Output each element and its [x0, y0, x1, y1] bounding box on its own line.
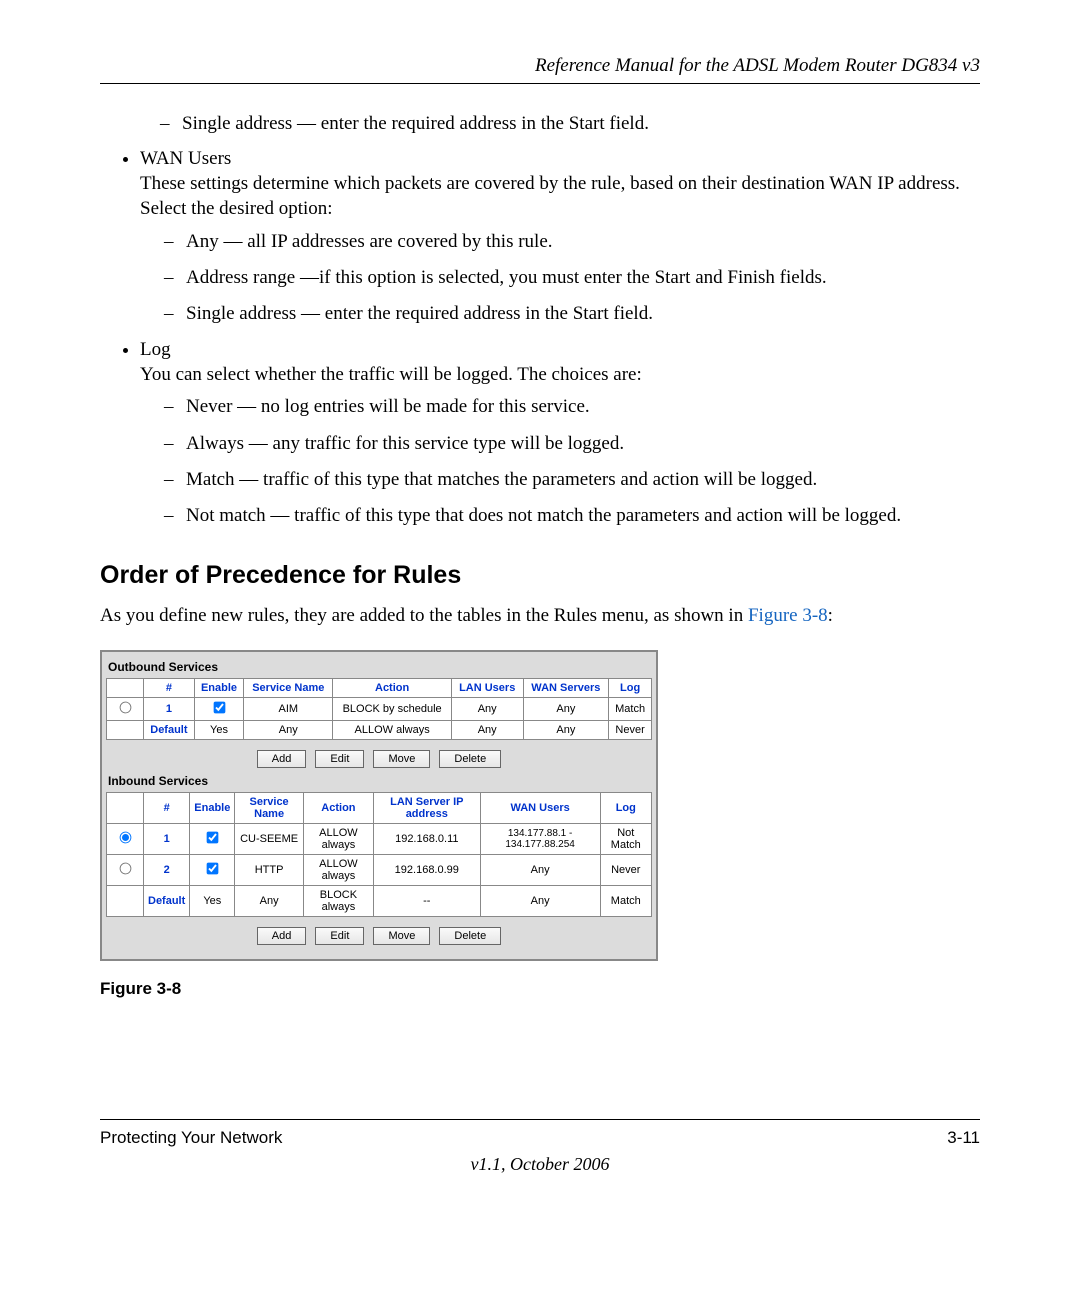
col-header: Service Name	[244, 679, 333, 698]
col-header: LAN Users	[451, 679, 523, 698]
cell-num: Default	[144, 886, 190, 917]
rules-screenshot: Outbound Services # Enable Service Name …	[100, 650, 658, 961]
delete-button[interactable]: Delete	[439, 927, 501, 945]
col-header: #	[144, 679, 195, 698]
cell-lan: --	[373, 886, 480, 917]
cell-wan: Any	[523, 698, 609, 721]
col-header: WAN Users	[480, 793, 600, 824]
cell-service: HTTP	[235, 855, 304, 886]
cell-service: Any	[244, 721, 333, 740]
table-row: 2 HTTP ALLOW always 192.168.0.99 Any Nev…	[107, 855, 652, 886]
footer-version: v1.1, October 2006	[100, 1154, 980, 1175]
col-header: WAN Servers	[523, 679, 609, 698]
cell-service: AIM	[244, 698, 333, 721]
add-button[interactable]: Add	[257, 750, 307, 768]
col-header: LAN Server IP address	[373, 793, 480, 824]
table-row: 1 CU-SEEME ALLOW always 192.168.0.11 134…	[107, 824, 652, 855]
cell-lan: 192.168.0.99	[373, 855, 480, 886]
cell-action: ALLOW always	[303, 855, 373, 886]
wan-item: Single address — enter the required addr…	[164, 302, 980, 326]
cell-wan: Any	[523, 721, 609, 740]
row-select-radio[interactable]	[119, 702, 131, 714]
cell-num: 2	[144, 855, 190, 886]
col-header: Action	[303, 793, 373, 824]
cell-enable: Yes	[194, 721, 243, 740]
section-para-text: As you define new rules, they are added …	[100, 605, 748, 626]
log-item: Match — traffic of this type that matche…	[164, 468, 980, 492]
log-title: Log	[140, 339, 171, 360]
table-row: 1 AIM BLOCK by schedule Any Any Match	[107, 698, 652, 721]
table-row: Default Yes Any ALLOW always Any Any Nev…	[107, 721, 652, 740]
move-button[interactable]: Move	[373, 927, 430, 945]
cell-action: BLOCK by schedule	[333, 698, 452, 721]
col-header: Log	[600, 793, 651, 824]
table-row: Default Yes Any BLOCK always -- Any Matc…	[107, 886, 652, 917]
add-button[interactable]: Add	[257, 927, 307, 945]
cell-log: Not Match	[600, 824, 651, 855]
section-para-tail: :	[828, 605, 833, 626]
section-paragraph: As you define new rules, they are added …	[100, 604, 980, 629]
enable-checkbox[interactable]	[206, 832, 218, 844]
figure-caption: Figure 3-8	[100, 979, 980, 999]
row-select-radio[interactable]	[119, 863, 131, 875]
bullet-wan-users: WAN Users These settings determine which…	[140, 148, 980, 326]
col-header: Action	[333, 679, 452, 698]
log-item: Never — no log entries will be made for …	[164, 395, 980, 419]
cell-log: Never	[609, 721, 652, 740]
cell-lan: Any	[451, 698, 523, 721]
cell-log: Match	[609, 698, 652, 721]
footer-left: Protecting Your Network	[100, 1128, 282, 1148]
edit-button[interactable]: Edit	[315, 750, 364, 768]
cell-num: 1	[144, 824, 190, 855]
enable-checkbox[interactable]	[213, 702, 225, 714]
enable-checkbox[interactable]	[206, 863, 218, 875]
cell-lan: 192.168.0.11	[373, 824, 480, 855]
wan-title: WAN Users	[140, 148, 231, 169]
cell-wan: Any	[480, 886, 600, 917]
inbound-table: # Enable Service Name Action LAN Server …	[106, 792, 652, 917]
cell-wan: Any	[480, 855, 600, 886]
col-header: Log	[609, 679, 652, 698]
move-button[interactable]: Move	[373, 750, 430, 768]
log-item: Always — any traffic for this service ty…	[164, 432, 980, 456]
log-item: Not match — traffic of this type that do…	[164, 504, 980, 528]
cell-service: CU-SEEME	[235, 824, 304, 855]
table-header-row: # Enable Service Name Action LAN Users W…	[107, 679, 652, 698]
wan-item: Address range —if this option is selecte…	[164, 266, 980, 290]
col-header: Enable	[194, 679, 243, 698]
col-header: #	[144, 793, 190, 824]
col-header: Service Name	[235, 793, 304, 824]
cell-action: BLOCK always	[303, 886, 373, 917]
table-header-row: # Enable Service Name Action LAN Server …	[107, 793, 652, 824]
edit-button[interactable]: Edit	[315, 927, 364, 945]
log-description: You can select whether the traffic will …	[140, 363, 980, 388]
footer-page-number: 3-11	[947, 1128, 980, 1148]
delete-button[interactable]: Delete	[439, 750, 501, 768]
cell-log: Never	[600, 855, 651, 886]
col-header: Enable	[190, 793, 235, 824]
section-heading: Order of Precedence for Rules	[100, 561, 980, 590]
cell-action: ALLOW always	[303, 824, 373, 855]
intro-single-address: Single address — enter the required addr…	[160, 112, 980, 136]
bullet-log: Log You can select whether the traffic w…	[140, 339, 980, 529]
cell-num: Default	[144, 721, 195, 740]
cell-num: 1	[144, 698, 195, 721]
outbound-table: # Enable Service Name Action LAN Users W…	[106, 678, 652, 740]
wan-item: Any — all IP addresses are covered by th…	[164, 230, 980, 254]
cell-lan: Any	[451, 721, 523, 740]
figure-reference-link[interactable]: Figure 3-8	[748, 605, 828, 626]
page-header: Reference Manual for the ADSL Modem Rout…	[100, 55, 980, 84]
row-select-radio[interactable]	[119, 832, 131, 844]
inbound-title: Inbound Services	[106, 772, 652, 792]
cell-log: Match	[600, 886, 651, 917]
outbound-title: Outbound Services	[106, 658, 652, 678]
cell-action: ALLOW always	[333, 721, 452, 740]
cell-wan: 134.177.88.1 - 134.177.88.254	[480, 824, 600, 855]
cell-service: Any	[235, 886, 304, 917]
cell-enable: Yes	[190, 886, 235, 917]
wan-description: These settings determine which packets a…	[140, 172, 980, 221]
